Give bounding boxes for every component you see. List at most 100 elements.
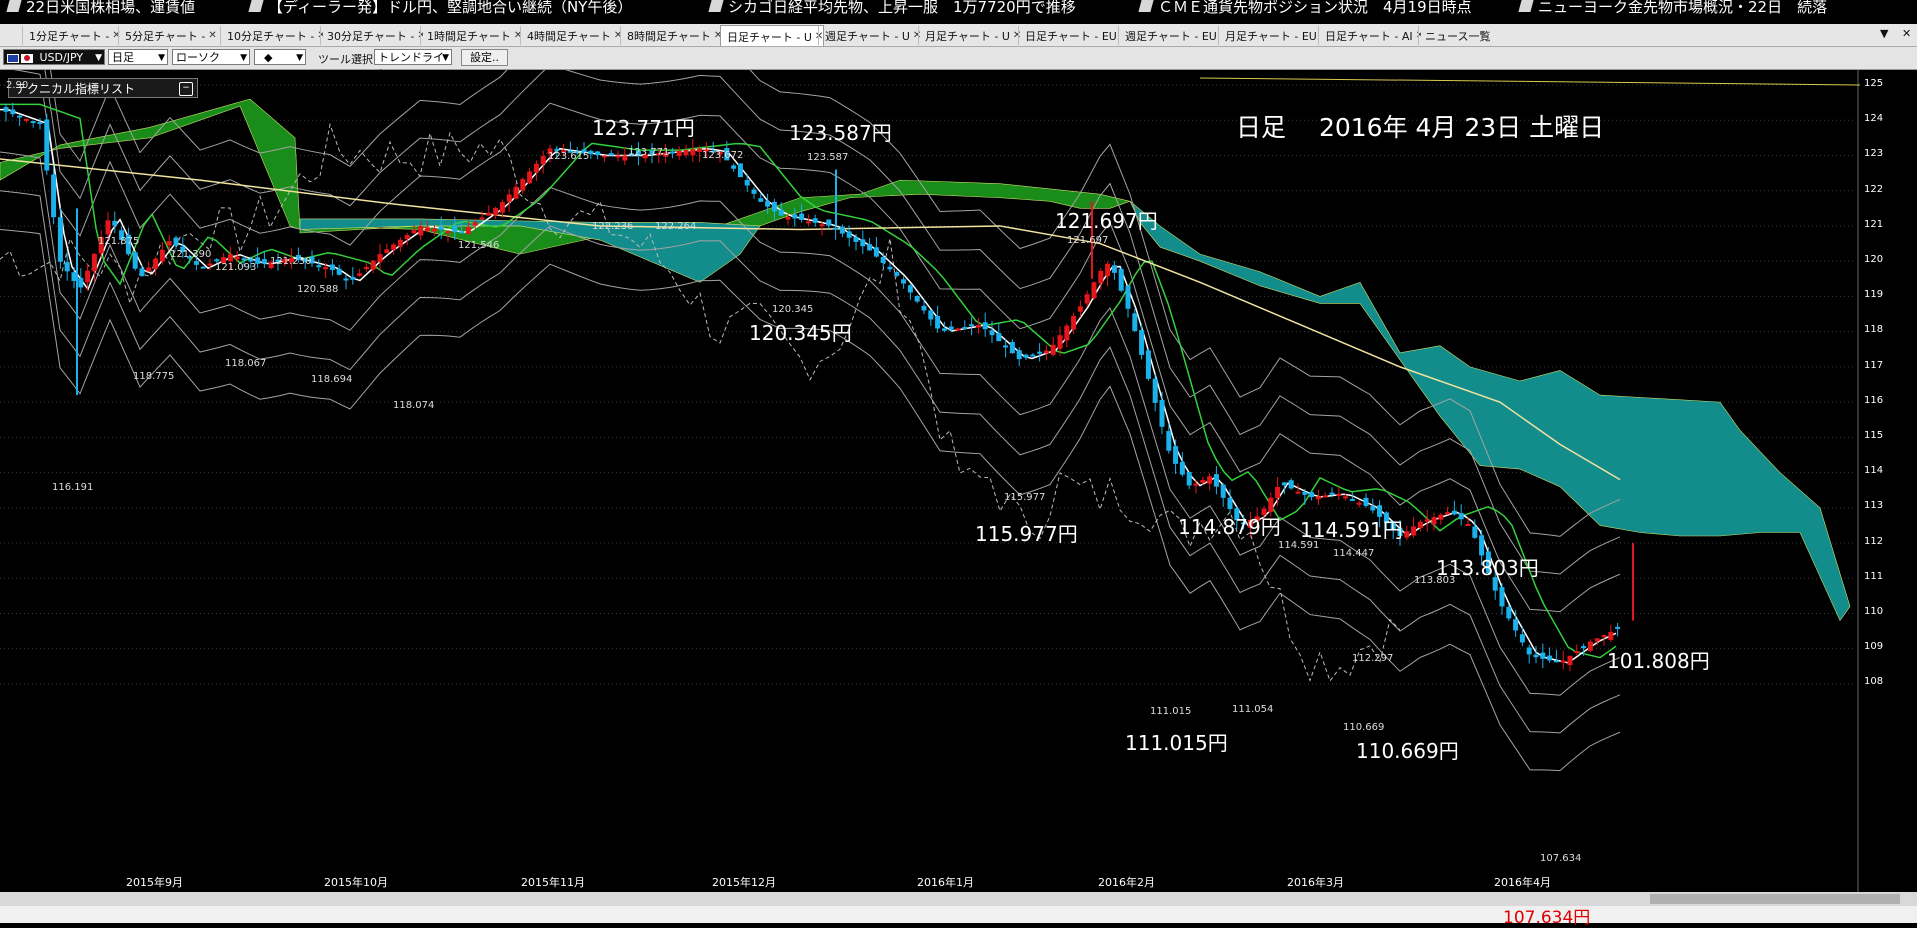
y-axis-tick: 110 — [1864, 606, 1884, 617]
candle-body — [1349, 498, 1355, 501]
candle-body — [1281, 482, 1287, 486]
candle-body — [1118, 268, 1124, 291]
horizontal-scrollbar[interactable] — [0, 892, 1917, 906]
moving-average — [0, 108, 1617, 664]
indicator-list-panel[interactable]: テクニカル指標リスト − — [8, 78, 198, 98]
chart-tab[interactable]: 日足チャート - EU✕ — [1018, 26, 1121, 45]
close-icon[interactable]: ✕ — [1902, 27, 1911, 40]
marker-select[interactable]: ◆ ▼ — [254, 49, 306, 65]
chart-tab[interactable]: 10分足チャート - ✕ — [220, 26, 323, 45]
chart-tab[interactable]: 週足チャート - EU✕ — [1118, 26, 1221, 45]
y-axis-tick: 117 — [1864, 359, 1884, 371]
tab-menu-icon[interactable]: ▼ — [1880, 27, 1888, 40]
price-tick-label: 122.236 — [592, 221, 634, 232]
candle-body — [1016, 350, 1022, 360]
ticker-item[interactable]: シカゴ日経平均先物、上昇一服 1万7720円で推移 — [708, 0, 1076, 14]
price-tick-label: 107.634 — [1540, 853, 1582, 864]
candle-body — [146, 267, 152, 272]
candle-body — [527, 171, 533, 184]
candle-body — [336, 268, 342, 275]
chart-tab[interactable]: 30分足チャート - ✕ — [320, 26, 423, 45]
ticker-text: 【ディーラー発】ドル円、堅調地合い継続（NY午後） — [268, 0, 633, 14]
candle-body — [989, 330, 995, 336]
candle-body — [343, 278, 349, 281]
candle-body — [30, 121, 36, 124]
close-icon[interactable]: ✕ — [208, 30, 216, 41]
candle-body — [1057, 335, 1063, 349]
x-axis-tick: 2015年12月 — [712, 876, 776, 889]
price-tick-label: 115.977 — [1004, 492, 1046, 503]
chart-tab[interactable]: 8時間足チャート ✕ — [620, 26, 723, 45]
candle-body — [533, 163, 539, 173]
price-tick-label: 113.803 — [1414, 575, 1456, 586]
drawing-tool-select[interactable]: トレンドライン▼ — [374, 49, 452, 80]
candle-body — [1125, 285, 1131, 309]
candle-body — [1465, 524, 1471, 527]
chart-tab[interactable]: 週足チャート - U ✕ — [818, 26, 921, 45]
chart-tab[interactable]: 4時間足チャート ✕ — [520, 26, 623, 45]
candle-body — [91, 253, 97, 272]
candle-body — [622, 155, 628, 161]
chevron-down-icon: ▼ — [158, 53, 165, 63]
price-annotation: 114.879円 — [1178, 515, 1281, 539]
tab-label: 週足チャート - EU — [1125, 29, 1217, 43]
candle-body — [3, 107, 9, 112]
chart-type-select[interactable]: ローソク ▼ — [172, 49, 250, 65]
candle-body — [1200, 479, 1206, 483]
candle-body — [479, 217, 485, 220]
candle-body — [948, 326, 954, 330]
chart-tab[interactable]: 月足チャート - EU✕ — [1218, 26, 1321, 45]
chart-tab[interactable]: 月足チャート - U ✕ — [918, 26, 1021, 45]
candle-body — [78, 277, 84, 288]
candle-body — [941, 328, 947, 331]
candle-body — [1560, 660, 1566, 663]
candle-body — [1309, 492, 1315, 498]
chart-canvas[interactable] — [0, 70, 1917, 892]
ticker-text: 22日米国株相場、運賃値 — [26, 0, 196, 14]
ticker-item[interactable]: ＣＭＥ通貨先物ポジション状況 4月19日時点 — [1138, 0, 1472, 14]
candle-body — [785, 217, 791, 220]
price-chart[interactable] — [0, 70, 1917, 892]
chart-tab[interactable]: 日足チャート - U ✕ — [720, 25, 824, 46]
candle-body — [1519, 634, 1525, 643]
settings-button[interactable]: 設定.. — [461, 49, 508, 66]
ticker-item[interactable]: ニューヨーク金先物市場概況・22日 続落 — [1518, 0, 1827, 14]
candle-body — [996, 332, 1002, 342]
ticker-item[interactable]: 22日米国株相場、運賃値 — [6, 0, 196, 14]
jp-flag-icon — [21, 53, 33, 63]
ticker-item[interactable]: 【ディーラー発】ドル円、堅調地合い継続（NY午後） — [248, 0, 633, 14]
moving-average — [0, 103, 1617, 659]
price-tick-label: 114.447 — [1333, 548, 1375, 559]
chart-tab[interactable]: 日足チャート - AI✕ — [1318, 26, 1421, 45]
chart-tab[interactable]: 5分足チャート - ✕ — [118, 26, 221, 45]
candle-body — [1050, 344, 1056, 355]
candle-body — [465, 227, 471, 234]
candle-body — [1581, 646, 1587, 649]
price-tick-label: 2.90 — [6, 80, 29, 91]
candle-body — [1574, 651, 1580, 654]
price-tick-label: 120.345 — [772, 304, 814, 315]
candle-body — [1227, 497, 1233, 509]
price-tick-label: 123.587 — [807, 152, 849, 163]
indicator-list-title: テクニカル指標リスト — [15, 82, 136, 96]
chart-tab[interactable]: 1時間足チャート ✕ — [420, 26, 523, 45]
status-bar — [0, 906, 1917, 923]
x-axis-tick: 2016年3月 — [1287, 876, 1344, 889]
panel-collapse-icon[interactable]: − — [179, 82, 193, 96]
news-icon — [1518, 0, 1534, 12]
scrollbar-thumb[interactable] — [1650, 894, 1900, 904]
price-tick-label: 112.297 — [1352, 653, 1394, 664]
candle-body — [1084, 294, 1090, 304]
chart-tab[interactable]: 1分足チャート - ✕ — [22, 26, 125, 45]
news-ticker[interactable]: 22日米国株相場、運賃値 【ディーラー発】ドル円、堅調地合い継続（NY午後） シカゴ… — [0, 0, 1917, 14]
timeframe-select[interactable]: 日足 ▼ — [108, 49, 168, 65]
candle-body — [384, 249, 390, 253]
candle-body — [1003, 345, 1009, 348]
tab-label: ニュース一覧 — [1425, 29, 1491, 43]
candle-body — [860, 239, 866, 247]
currency-pair-select[interactable]: USD/JPY ▼ — [3, 49, 105, 65]
chart-tab[interactable]: ニュース一覧 — [1418, 26, 1495, 45]
candle-body — [737, 163, 743, 178]
y-axis-tick: 116 — [1864, 394, 1884, 406]
candle-body — [1322, 495, 1328, 498]
